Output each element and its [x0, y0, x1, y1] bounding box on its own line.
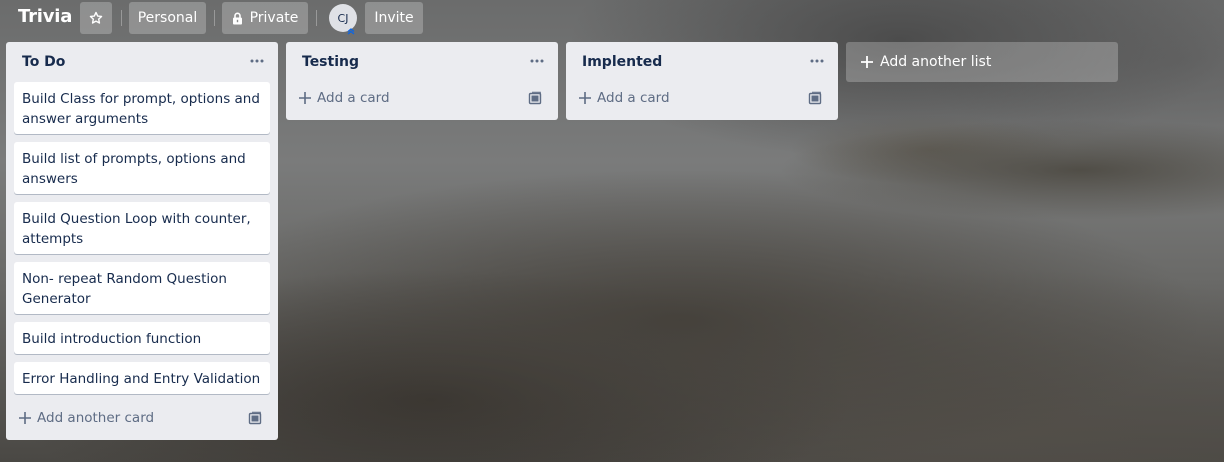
plus-icon [18, 411, 32, 425]
list-todo: To Do Build Class for prompt, options an… [6, 42, 278, 440]
add-list-label: Add another list [880, 54, 992, 70]
more-horizontal-icon[interactable] [528, 53, 546, 69]
more-horizontal-icon[interactable] [808, 53, 826, 69]
card[interactable]: Non- repeat Random Question Generator [14, 262, 270, 314]
invite-button[interactable]: Invite [365, 2, 423, 34]
card-template-icon[interactable] [528, 91, 542, 105]
card[interactable]: Error Handling and Entry Validation [14, 362, 270, 394]
list-header: Implented [566, 42, 838, 82]
list-header: To Do [6, 42, 278, 82]
list-testing: Testing Add a card [286, 42, 558, 120]
card[interactable]: Build introduction function [14, 322, 270, 354]
board-privacy-button[interactable]: Private [222, 2, 308, 34]
list-title[interactable]: To Do [22, 54, 65, 70]
card[interactable]: Build Question Loop with counter, attemp… [14, 202, 270, 254]
more-horizontal-icon[interactable] [248, 53, 266, 69]
list-title[interactable]: Implented [582, 54, 662, 70]
card[interactable]: Build Class for prompt, options and answ… [14, 82, 270, 134]
plus-icon [860, 55, 874, 69]
admin-chevron-icon [347, 27, 355, 35]
add-card-button[interactable]: Add a card [578, 84, 826, 112]
add-card-label: Add a card [597, 90, 670, 106]
member-avatar[interactable]: CJ [329, 4, 357, 35]
plus-icon [578, 91, 592, 105]
star-board-button[interactable] [80, 2, 112, 34]
star-icon [89, 11, 103, 25]
member-initials: CJ [337, 11, 349, 25]
add-card-label: Add a card [317, 90, 390, 106]
card-template-icon[interactable] [808, 91, 822, 105]
header-divider [121, 10, 122, 26]
add-card-button[interactable]: Add another card [18, 404, 266, 432]
add-card-button[interactable]: Add a card [298, 84, 546, 112]
list-implemented: Implented Add a card [566, 42, 838, 120]
list-header: Testing [286, 42, 558, 82]
add-list-button[interactable]: Add another list [846, 42, 1118, 82]
header-divider [214, 10, 215, 26]
board-title[interactable]: Trivia [18, 6, 72, 27]
board-privacy-label: Private [249, 10, 299, 26]
lock-icon [232, 12, 243, 25]
card[interactable]: Build list of prompts, options and answe… [14, 142, 270, 194]
card-template-icon[interactable] [248, 411, 262, 425]
header-divider [316, 10, 317, 26]
board-header: Trivia Personal Private CJ Invite [0, 0, 1224, 36]
plus-icon [298, 91, 312, 105]
team-visibility-button[interactable]: Personal [129, 2, 206, 34]
list-title[interactable]: Testing [302, 54, 359, 70]
add-card-label: Add another card [37, 410, 155, 426]
